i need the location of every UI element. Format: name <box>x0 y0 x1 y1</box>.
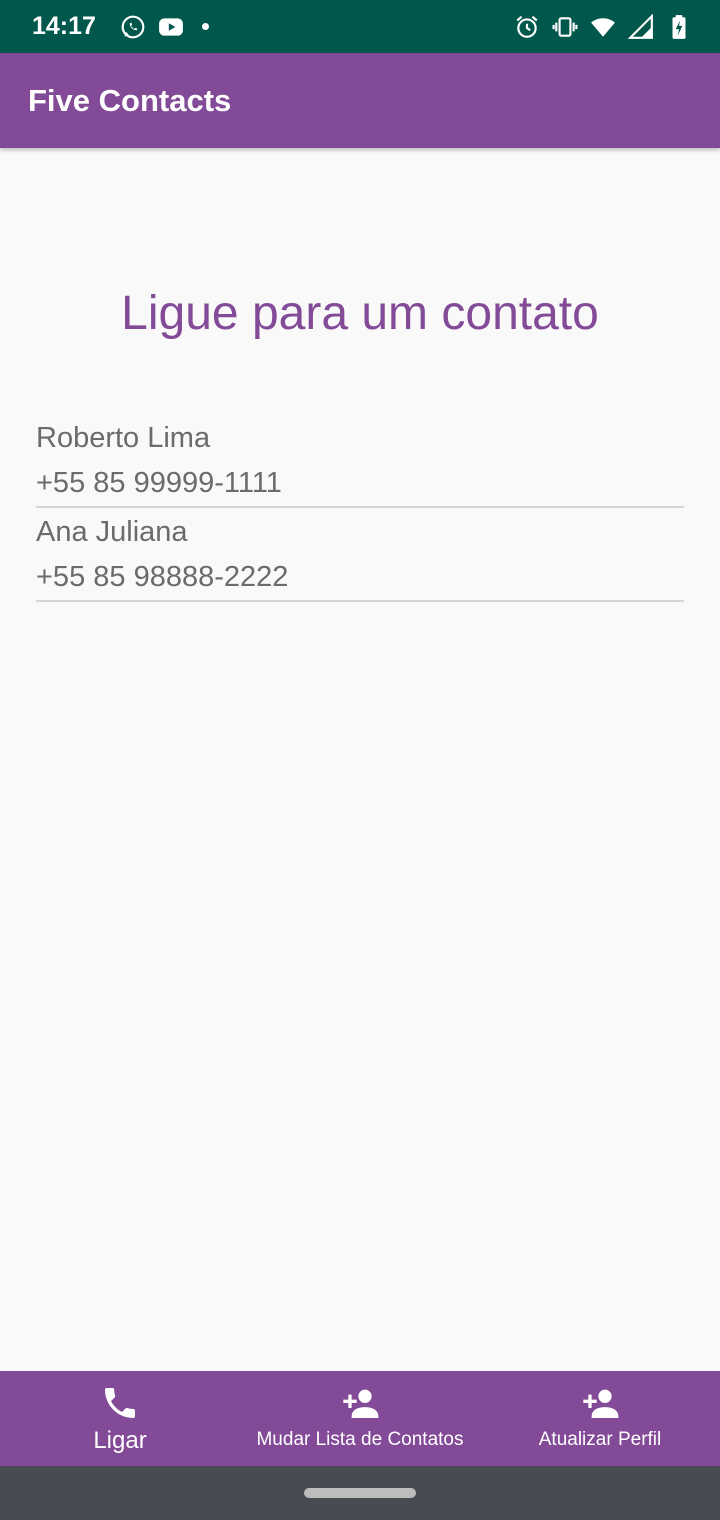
status-left: 14:17 <box>32 12 209 41</box>
system-navigation-bar <box>0 1466 720 1520</box>
battery-charging-icon <box>672 14 686 39</box>
phone-icon <box>105 1388 135 1418</box>
nav-item-ligar[interactable]: Ligar <box>0 1371 240 1466</box>
nav-item-mudar-lista[interactable]: Mudar Lista de Contatos <box>240 1371 480 1466</box>
alarm-icon <box>516 15 538 38</box>
contact-name: Ana Juliana <box>36 516 188 548</box>
contact-phone: +55 85 99999-1111 <box>36 467 282 499</box>
person-add-icon <box>343 1389 379 1418</box>
whatsapp-icon <box>121 15 145 38</box>
contact-name: Roberto Lima <box>36 422 211 454</box>
notification-dot-icon <box>201 23 209 30</box>
nav-item-atualizar-perfil[interactable]: Atualizar Perfil <box>480 1371 720 1466</box>
main-content: Ligue para um contato Roberto Lima +55 8… <box>0 148 720 1371</box>
contact-list: Roberto Lima +55 85 99999-1111 Ana Julia… <box>36 414 684 602</box>
home-gesture-handle[interactable] <box>304 1488 416 1498</box>
app-title: Five Contacts <box>28 82 232 118</box>
contact-phone: +55 85 98888-2222 <box>36 561 289 593</box>
status-time: 14:17 <box>32 12 96 40</box>
nav-label: Ligar <box>93 1427 147 1454</box>
contact-item[interactable]: Ana Juliana +55 85 98888-2222 <box>36 508 684 602</box>
person-add-icon <box>583 1389 619 1418</box>
app-bar: Five Contacts <box>0 53 720 148</box>
signal-icon <box>628 13 653 39</box>
youtube-icon <box>159 17 183 36</box>
contact-item[interactable]: Roberto Lima +55 85 99999-1111 <box>36 414 684 508</box>
bottom-navigation: Ligar Mudar Lista de Contatos Atualizar … <box>0 1371 720 1466</box>
status-bar: 14:17 <box>0 0 720 53</box>
nav-label: Mudar Lista de Contatos <box>256 1429 464 1450</box>
page-heading: Ligue para um contato <box>121 287 599 340</box>
status-right <box>514 13 692 40</box>
wifi-icon <box>591 17 615 37</box>
nav-label: Atualizar Perfil <box>538 1429 662 1450</box>
vibrate-icon <box>552 16 578 37</box>
